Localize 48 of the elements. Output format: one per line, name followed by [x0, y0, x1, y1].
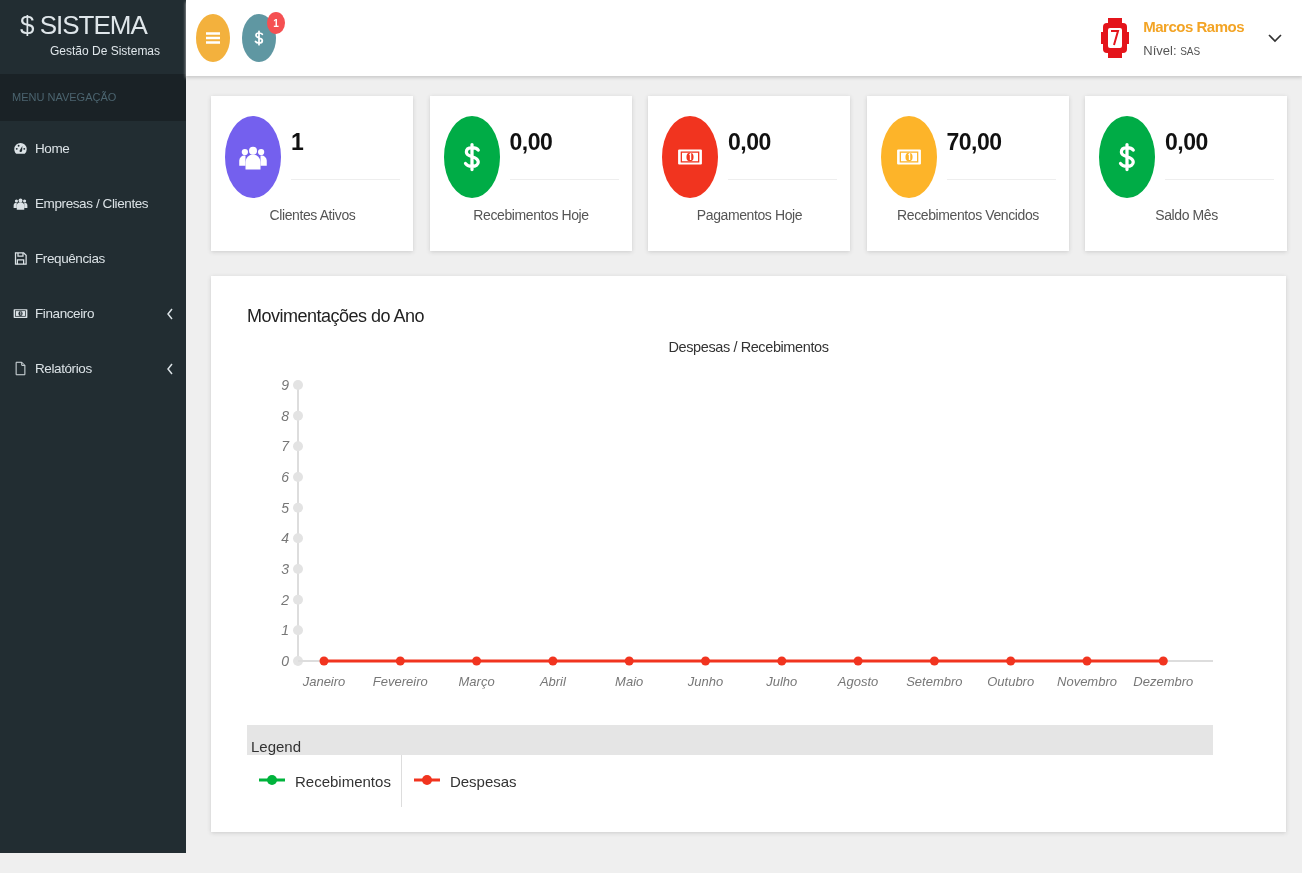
x-tick-label: Maio: [615, 674, 644, 689]
x-tick-label: Junho: [687, 674, 724, 689]
x-tick-label: Julho: [766, 674, 798, 689]
y-tick-label: 7: [281, 438, 289, 455]
legend-label: Despesas: [449, 772, 517, 790]
stat-label: Recebimentos Hoje: [473, 207, 589, 223]
user-name: Marcos Ramos: [1143, 18, 1244, 35]
y-tick-label: 8: [281, 407, 289, 424]
x-tick-label: Março: [458, 674, 495, 689]
notification-badge: 1: [267, 12, 285, 34]
y-tick-label: 3: [281, 561, 289, 577]
x-tick-label: Dezembro: [1133, 674, 1194, 689]
stat-label: Pagamentos Hoje: [696, 207, 803, 223]
stat-label: Saldo Mês: [1155, 207, 1218, 223]
stat-value: 70,00: [946, 129, 1002, 155]
stat-value: 1: [291, 129, 304, 155]
sidebar-item[interactable]: Empresas / Clientes: [0, 176, 186, 231]
x-tick-label: Janeiro: [302, 674, 346, 689]
sidebar-item[interactable]: Relatórios: [0, 341, 186, 396]
y-tick-label: 5: [281, 499, 289, 516]
sidebar-item[interactable]: Home: [0, 121, 186, 176]
x-tick-label: Outubro: [987, 674, 1035, 689]
y-tick-label: 9: [281, 377, 289, 393]
menu-header: MENU NAVEGAÇÃO: [12, 91, 117, 103]
sidebar-item[interactable]: Financeiro: [0, 286, 186, 341]
brand-subtitle: Gestão De Sistemas: [50, 44, 161, 58]
legend-label: Recebimentos: [295, 772, 391, 790]
x-tick-label: Agosto: [837, 674, 879, 689]
y-tick-label: 4: [281, 530, 289, 547]
x-tick-label: Novembro: [1057, 674, 1117, 689]
stat-value: 0,00: [728, 129, 771, 155]
y-tick-label: 6: [281, 469, 289, 485]
stat-value: 0,00: [1165, 129, 1208, 155]
stat-label: Recebimentos Vencidos: [897, 207, 1039, 223]
y-tick-label: 0: [281, 653, 289, 669]
x-tick-label: Setembro: [906, 674, 963, 689]
stat-label: Clientes Ativos: [269, 207, 356, 223]
panel-heading: Movimentações do Ano: [247, 306, 425, 326]
stat-value: 0,00: [509, 129, 553, 155]
legend-title: Legend: [251, 738, 302, 755]
chart-title: Despesas / Recebimentos: [668, 339, 829, 355]
y-tick-label: 2: [281, 591, 289, 608]
sidebar-item[interactable]: Frequências: [0, 231, 186, 286]
brand-title: $ SISTEMA: [20, 10, 147, 41]
user-level: Nível: SAS: [1143, 43, 1202, 58]
y-tick-label: 1: [281, 622, 289, 639]
x-tick-label: Abril: [539, 674, 566, 689]
x-tick-label: Fevereiro: [372, 674, 428, 689]
